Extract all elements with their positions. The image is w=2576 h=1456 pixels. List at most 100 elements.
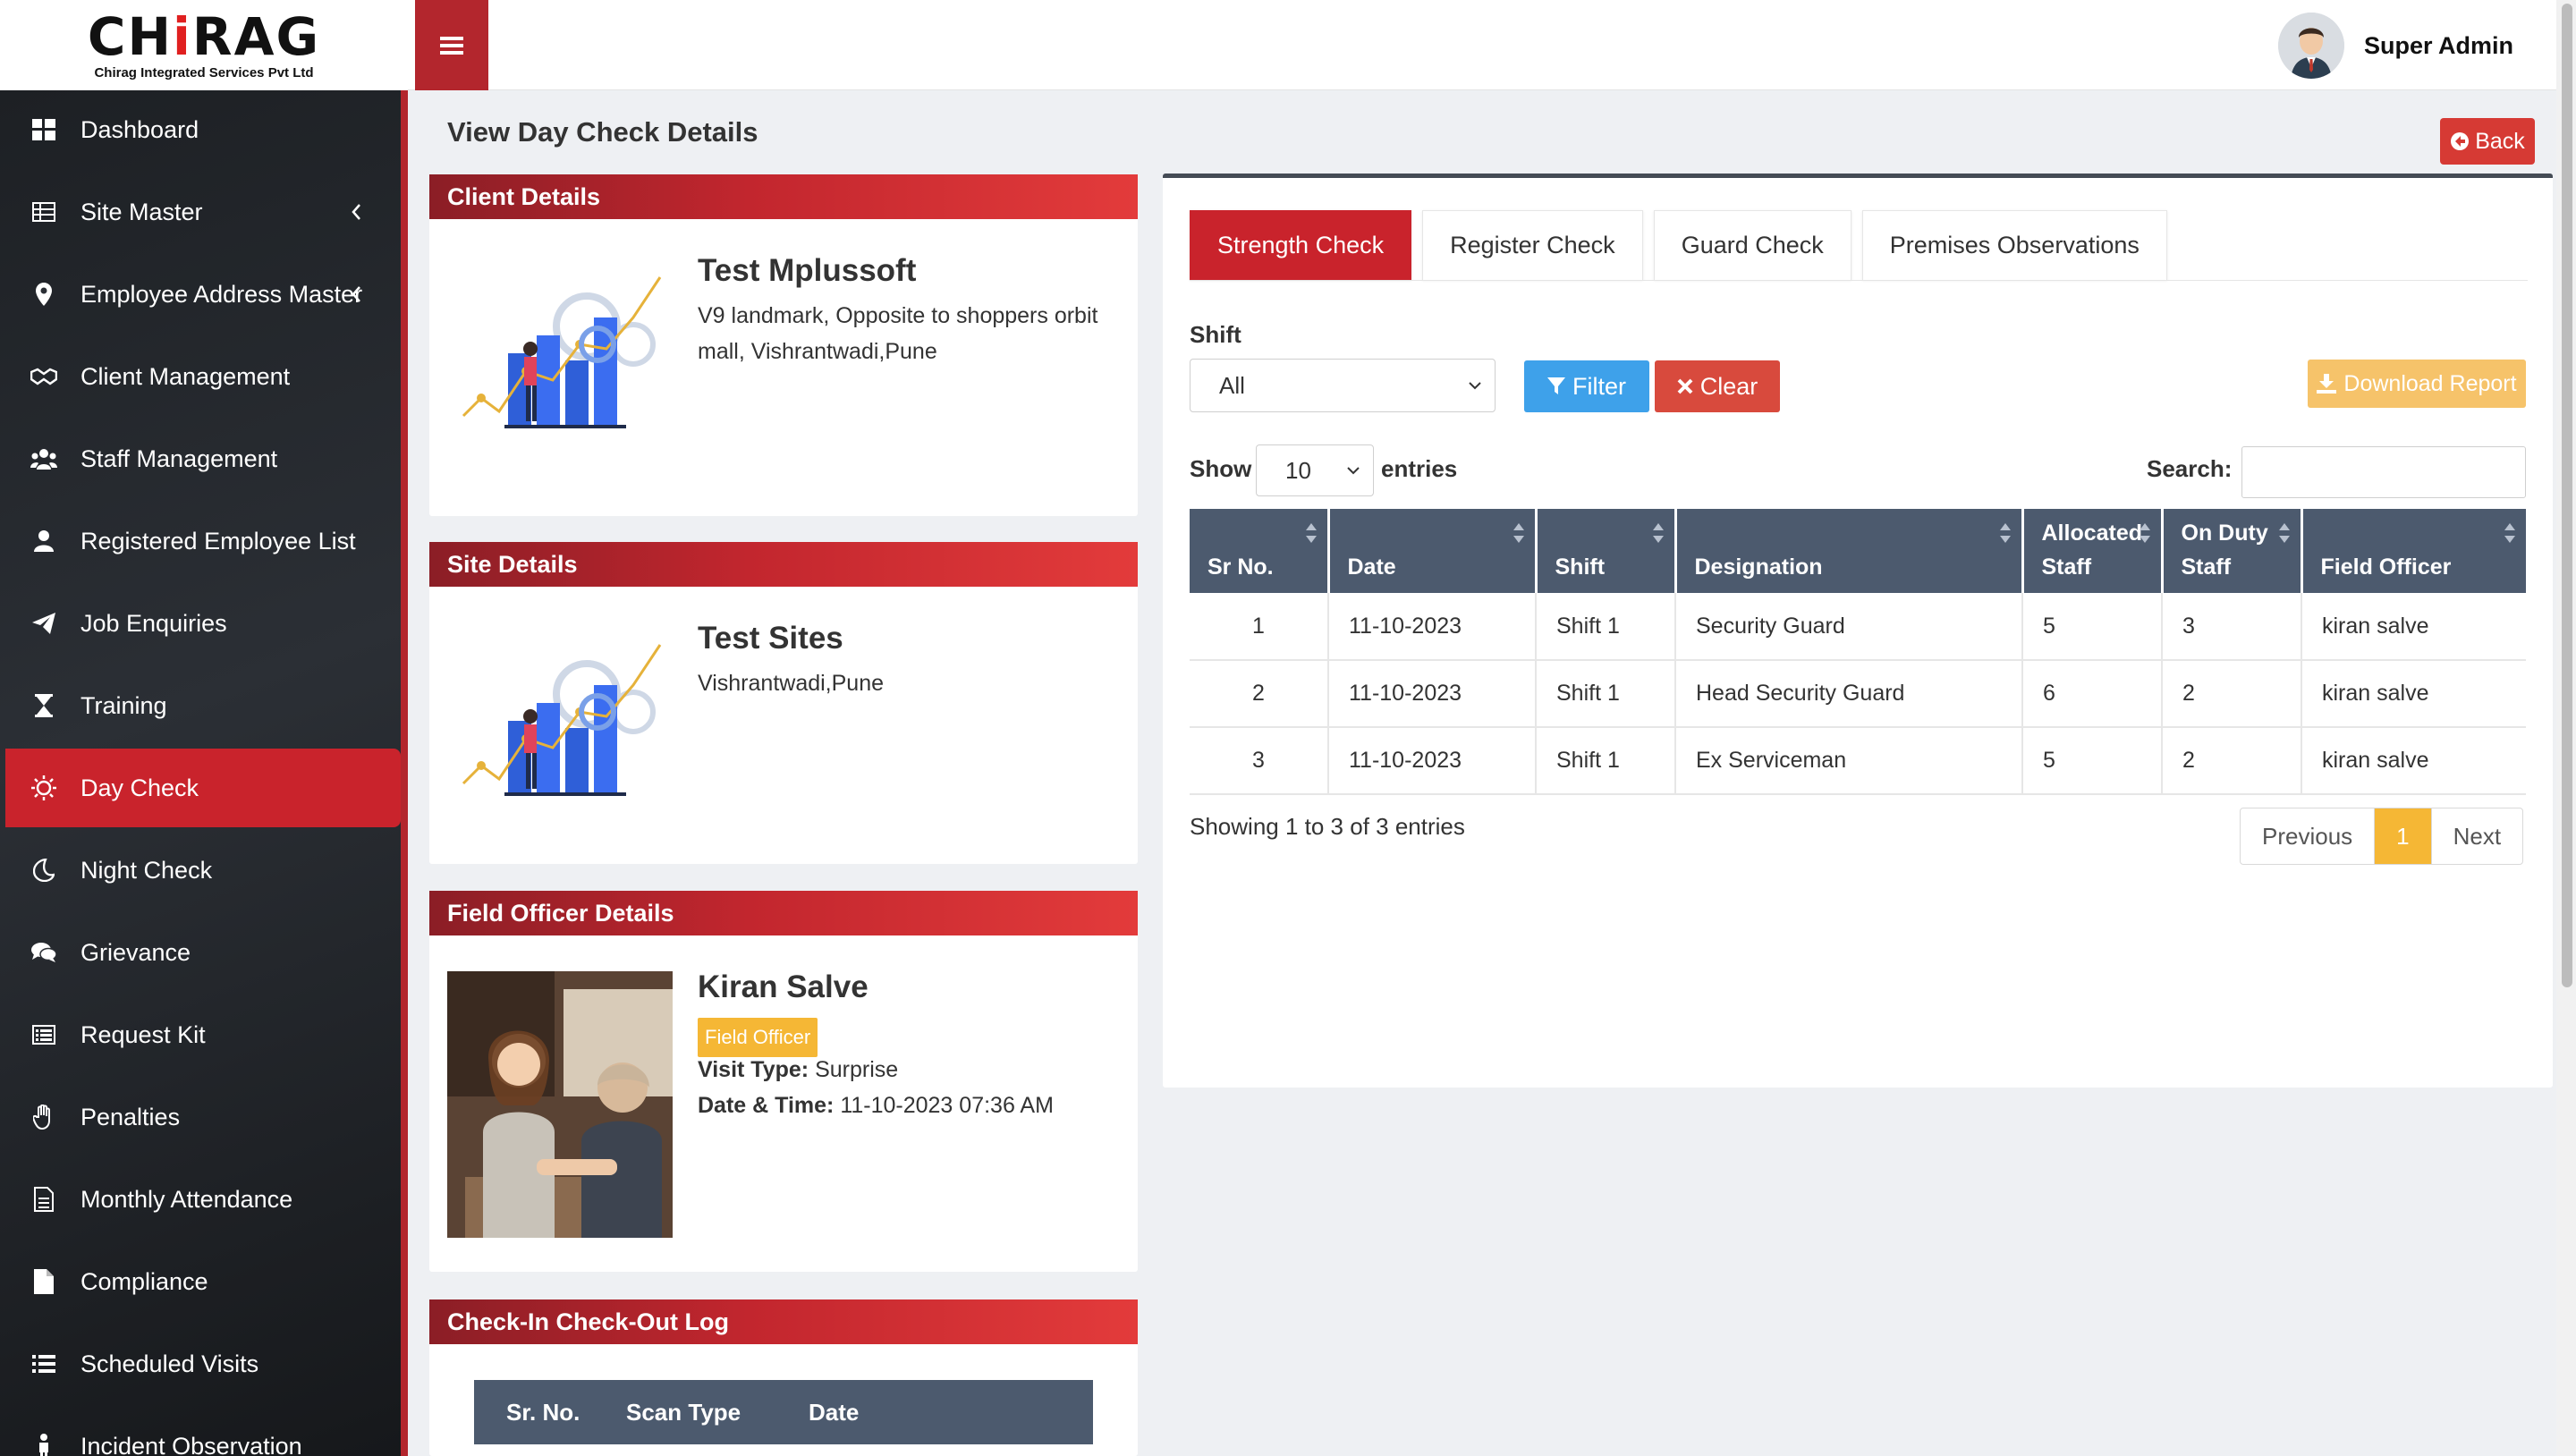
sidebar-item-night-check[interactable]: Night Check <box>0 831 401 910</box>
sidebar-item-job-enquiries[interactable]: Job Enquiries <box>0 584 401 663</box>
top-bar: CHiRAG Chirag Integrated Services Pvt Lt… <box>0 0 2576 90</box>
pagination-previous[interactable]: Previous <box>2241 808 2376 864</box>
client-details-card: Client Details Test Mplussoft V9 landmar… <box>429 174 1138 516</box>
cell-designation: Ex Serviceman <box>1675 727 2023 795</box>
log-col-date: Date <box>809 1398 860 1426</box>
clear-button[interactable]: Clear <box>1655 360 1780 412</box>
tab-guard-check[interactable]: Guard Check <box>1653 210 1852 280</box>
sidebar-item-staff-management[interactable]: Staff Management <box>0 419 401 498</box>
sidebar-item-label: Staff Management <box>80 444 278 472</box>
cell-field-officer: kiran salve <box>2301 660 2526 728</box>
sidebar-item-incident-observation[interactable]: Incident Observation <box>0 1407 401 1456</box>
table-icon <box>30 199 57 225</box>
shift-select[interactable]: All <box>1190 359 1496 412</box>
logo-company-name: Chirag Integrated Services Pvt Ltd <box>94 65 314 80</box>
sidebar-item-label: Night Check <box>80 856 213 884</box>
sidebar-item-training[interactable]: Training <box>0 666 401 745</box>
sidebar-item-day-check[interactable]: Day Check <box>5 749 401 827</box>
site-address: Vishrantwadi,Pune <box>698 671 885 696</box>
list-icon <box>30 1350 57 1377</box>
back-button[interactable]: Back <box>2440 118 2535 165</box>
day-check-panel: Strength Check Register Check Guard Chec… <box>1163 174 2553 1088</box>
cell-field-officer: kiran salve <box>2301 593 2526 661</box>
cell-sr-no: 1 <box>1190 593 1329 661</box>
sidebar-item-label: Training <box>80 691 167 719</box>
cell-date: 11-10-2023 <box>1328 593 1537 661</box>
moon-icon <box>30 857 57 884</box>
col-on-duty-staff[interactable]: On Duty Staff <box>2162 509 2303 593</box>
sidebar: Dashboard Site Master Employee Address M… <box>0 90 408 1456</box>
field-officer-name: Kiran Salve <box>698 969 869 1004</box>
sidebar-item-compliance[interactable]: Compliance <box>0 1242 401 1321</box>
user-icon <box>30 528 57 554</box>
sidebar-item-monthly-attendance[interactable]: Monthly Attendance <box>0 1160 401 1239</box>
sidebar-item-request-kit[interactable]: Request Kit <box>0 995 401 1074</box>
sidebar-item-label: Request Kit <box>80 1020 206 1048</box>
sidebar-item-label: Incident Observation <box>80 1432 302 1456</box>
table-info: Showing 1 to 3 of 3 entries <box>1190 813 1465 840</box>
field-officer-heading: Field Officer Details <box>429 891 1138 935</box>
col-allocated-staff[interactable]: Allocated Staff <box>2022 509 2164 593</box>
user-menu[interactable]: Super Admin <box>2277 13 2513 79</box>
sidebar-item-label: Monthly Attendance <box>80 1185 293 1213</box>
sidebar-item-site-master[interactable]: Site Master <box>0 173 401 251</box>
col-designation[interactable]: Designation <box>1675 509 2024 593</box>
sidebar-item-label: Compliance <box>80 1267 208 1295</box>
col-shift[interactable]: Shift <box>1536 509 1677 593</box>
entries-select[interactable]: 10 <box>1256 444 1374 496</box>
user-name: Super Admin <box>2363 31 2513 59</box>
download-report-button[interactable]: Download Report <box>2308 360 2526 408</box>
datetime-label: Date & Time: <box>698 1093 835 1118</box>
cell-sr-no: 3 <box>1190 727 1329 795</box>
users-icon <box>30 445 57 472</box>
client-details-heading: Client Details <box>429 174 1138 219</box>
page-scrollbar[interactable] <box>2556 0 2576 1456</box>
field-officer-card: Field Officer Details Kiran Salve Field … <box>429 891 1138 1272</box>
brand-logo[interactable]: CHiRAG Chirag Integrated Services Pvt Lt… <box>0 0 408 90</box>
field-officer-photo <box>447 971 673 1238</box>
client-address: V9 landmark, Opposite to shoppers orbit … <box>698 303 1098 364</box>
cell-designation: Head Security Guard <box>1675 660 2023 728</box>
sidebar-item-client-management[interactable]: Client Management <box>0 337 401 416</box>
datetime-value: 11-10-2023 07:36 AM <box>840 1093 1054 1118</box>
filter-button[interactable]: Filter <box>1524 360 1649 412</box>
site-details-card: Site Details Test Sites Vishrantwadi,Pun… <box>429 542 1138 864</box>
search-input[interactable] <box>2241 446 2526 498</box>
cell-shift: Shift 1 <box>1536 660 1676 728</box>
sidebar-item-dashboard[interactable]: Dashboard <box>0 90 401 169</box>
download-icon <box>2317 374 2337 394</box>
sidebar-item-employee-address-master[interactable]: Employee Address Master <box>0 255 401 334</box>
cell-shift: Shift 1 <box>1536 593 1676 661</box>
checkin-log-heading: Check-In Check-Out Log <box>429 1299 1138 1344</box>
cell-on-duty-staff: 2 <box>2162 727 2302 795</box>
avatar <box>2277 13 2344 79</box>
sidebar-item-grievance[interactable]: Grievance <box>0 913 401 992</box>
sort-icon <box>2139 523 2150 543</box>
cell-date: 11-10-2023 <box>1328 727 1537 795</box>
hamburger-icon <box>440 36 463 55</box>
tab-strength-check[interactable]: Strength Check <box>1190 210 1412 280</box>
search-label: Search: <box>2147 455 2233 482</box>
scrollbar-thumb[interactable] <box>2562 4 2572 987</box>
col-sr-no[interactable]: Sr No. <box>1190 509 1330 593</box>
sidebar-item-scheduled-visits[interactable]: Scheduled Visits <box>0 1325 401 1403</box>
sidebar-item-penalties[interactable]: Penalties <box>0 1078 401 1156</box>
cell-designation: Security Guard <box>1675 593 2023 661</box>
hand-icon <box>30 1104 57 1130</box>
sidebar-item-registered-employee-list[interactable]: Registered Employee List <box>0 502 401 580</box>
pagination-page-1[interactable]: 1 <box>2375 808 2432 864</box>
table-row: 3 11-10-2023 Shift 1 Ex Serviceman 5 2 k… <box>1190 727 2526 795</box>
map-pin-icon <box>30 281 57 308</box>
filter-icon <box>1547 377 1565 394</box>
analytics-illustration <box>462 276 662 428</box>
datetime-row: Date & Time: 11-10-2023 07:36 AM <box>698 1088 1118 1123</box>
tab-premises-observations[interactable]: Premises Observations <box>1861 210 2167 280</box>
chevron-down-icon <box>1469 382 1481 390</box>
sort-icon <box>1513 523 1524 543</box>
col-date[interactable]: Date <box>1328 509 1538 593</box>
tab-register-check[interactable]: Register Check <box>1422 210 1643 280</box>
cell-on-duty-staff: 2 <box>2162 660 2302 728</box>
menu-toggle-button[interactable] <box>415 0 488 90</box>
col-field-officer[interactable]: Field Officer <box>2301 509 2526 593</box>
pagination-next[interactable]: Next <box>2432 808 2522 864</box>
